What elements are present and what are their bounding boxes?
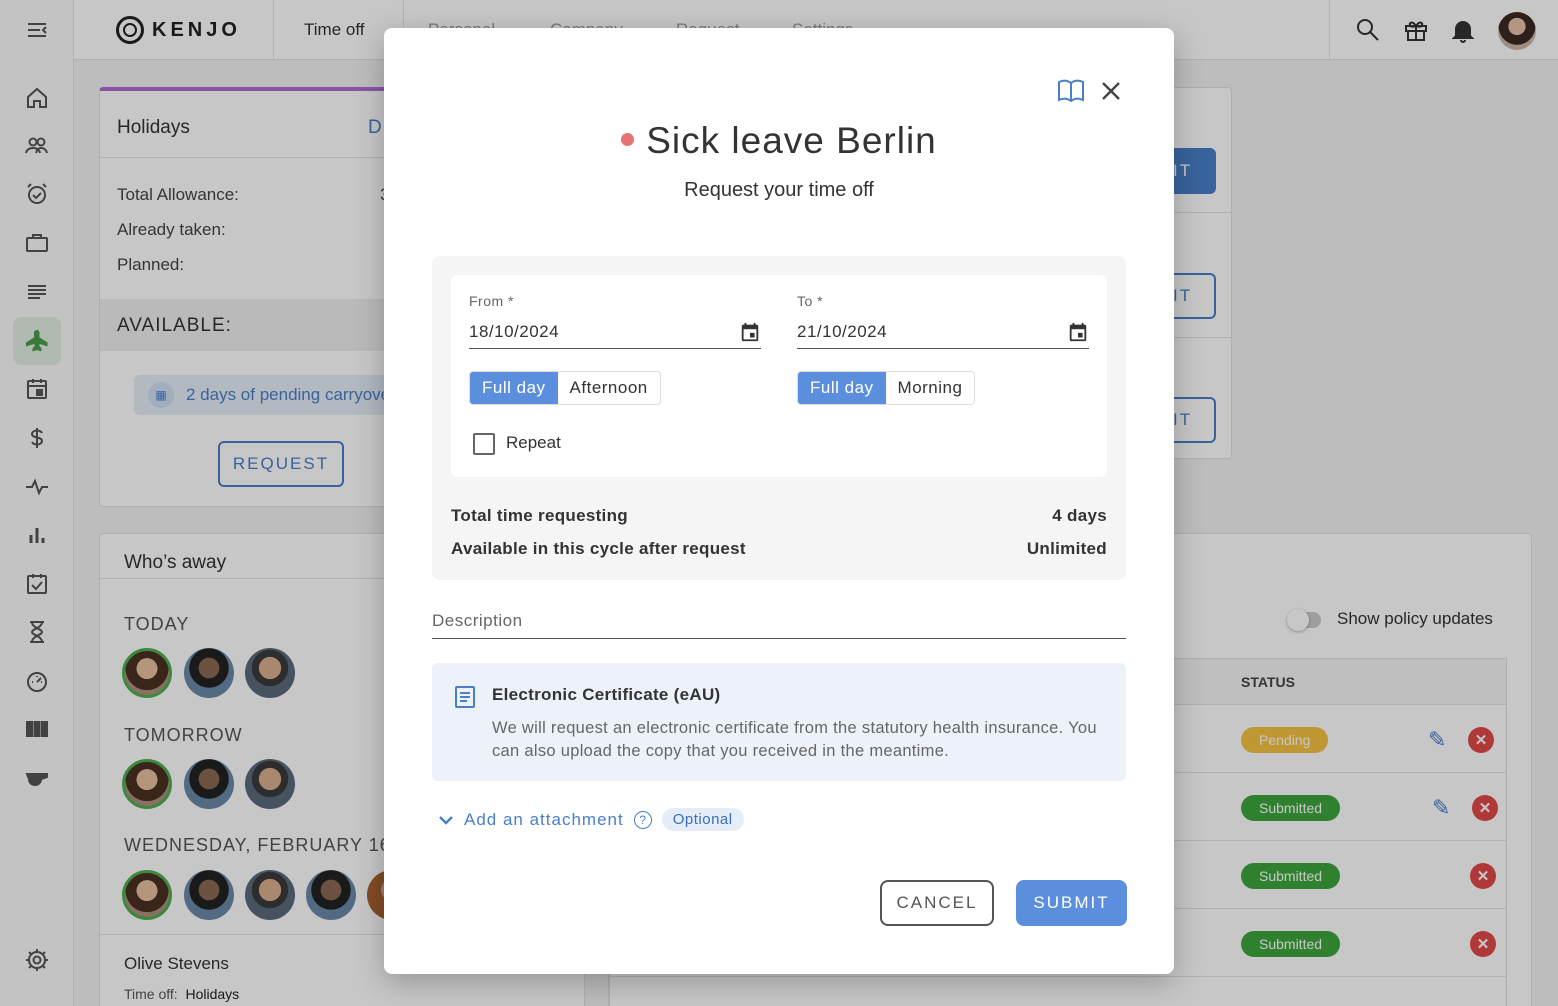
from-date-field[interactable]: 18/10/2024	[469, 319, 761, 349]
electronic-certificate-info: Electronic Certificate (eAU) We will req…	[432, 663, 1126, 781]
from-label: From *	[469, 293, 514, 309]
from-full-day-option[interactable]: Full day	[470, 372, 558, 404]
to-morning-option[interactable]: Morning	[886, 372, 975, 404]
document-icon	[454, 685, 476, 709]
to-day-part-toggle: Full day Morning	[797, 371, 976, 405]
open-book-icon[interactable]	[1057, 78, 1085, 104]
close-icon[interactable]	[1098, 78, 1124, 104]
to-label: To *	[797, 293, 824, 309]
modal-subtitle: Request your time off	[684, 179, 874, 201]
available-row: Available in this cycle after request Un…	[451, 539, 1107, 559]
to-date-value: 21/10/2024	[797, 322, 888, 341]
calendar-icon[interactable]	[1067, 321, 1089, 343]
total-time-label: Total time requesting	[451, 506, 628, 525]
dates-panel: From * 18/10/2024 To * 21/10/2024 Full d…	[432, 256, 1126, 580]
total-time-value: 4 days	[1052, 506, 1107, 525]
submit-button[interactable]: SUBMIT	[1016, 880, 1127, 926]
to-date-field[interactable]: 21/10/2024	[797, 319, 1089, 349]
info-title: Electronic Certificate (eAU)	[492, 685, 721, 704]
from-afternoon-option[interactable]: Afternoon	[558, 372, 660, 404]
add-attachment-label[interactable]: Add an attachment	[464, 810, 624, 830]
optional-badge: Optional	[661, 808, 744, 831]
repeat-label: Repeat	[506, 433, 561, 452]
description-field[interactable]: Description	[432, 611, 1126, 639]
add-attachment-toggle[interactable]: Add an attachment ? Optional	[438, 808, 744, 831]
from-date-value: 18/10/2024	[469, 322, 560, 341]
to-full-day-option[interactable]: Full day	[798, 372, 886, 404]
modal-title-text: Sick leave Berlin	[646, 120, 937, 161]
repeat-checkbox[interactable]	[473, 433, 495, 455]
modal-title: Sick leave Berlin	[384, 120, 1174, 162]
total-time-row: Total time requesting 4 days	[451, 506, 1107, 526]
calendar-icon[interactable]	[739, 321, 761, 343]
help-icon[interactable]: ?	[633, 810, 652, 829]
available-after-value: Unlimited	[1026, 539, 1107, 558]
policy-color-dot	[621, 132, 635, 146]
cancel-button[interactable]: CANCEL	[880, 880, 994, 926]
chevron-down-icon	[438, 812, 454, 828]
info-text: We will request an electronic certificat…	[492, 719, 1097, 760]
time-off-request-modal: Sick leave Berlin Request your time off …	[384, 28, 1174, 974]
from-day-part-toggle: Full day Afternoon	[469, 371, 661, 405]
available-after-label: Available in this cycle after request	[451, 539, 746, 558]
dates-form: From * 18/10/2024 To * 21/10/2024 Full d…	[451, 275, 1107, 477]
